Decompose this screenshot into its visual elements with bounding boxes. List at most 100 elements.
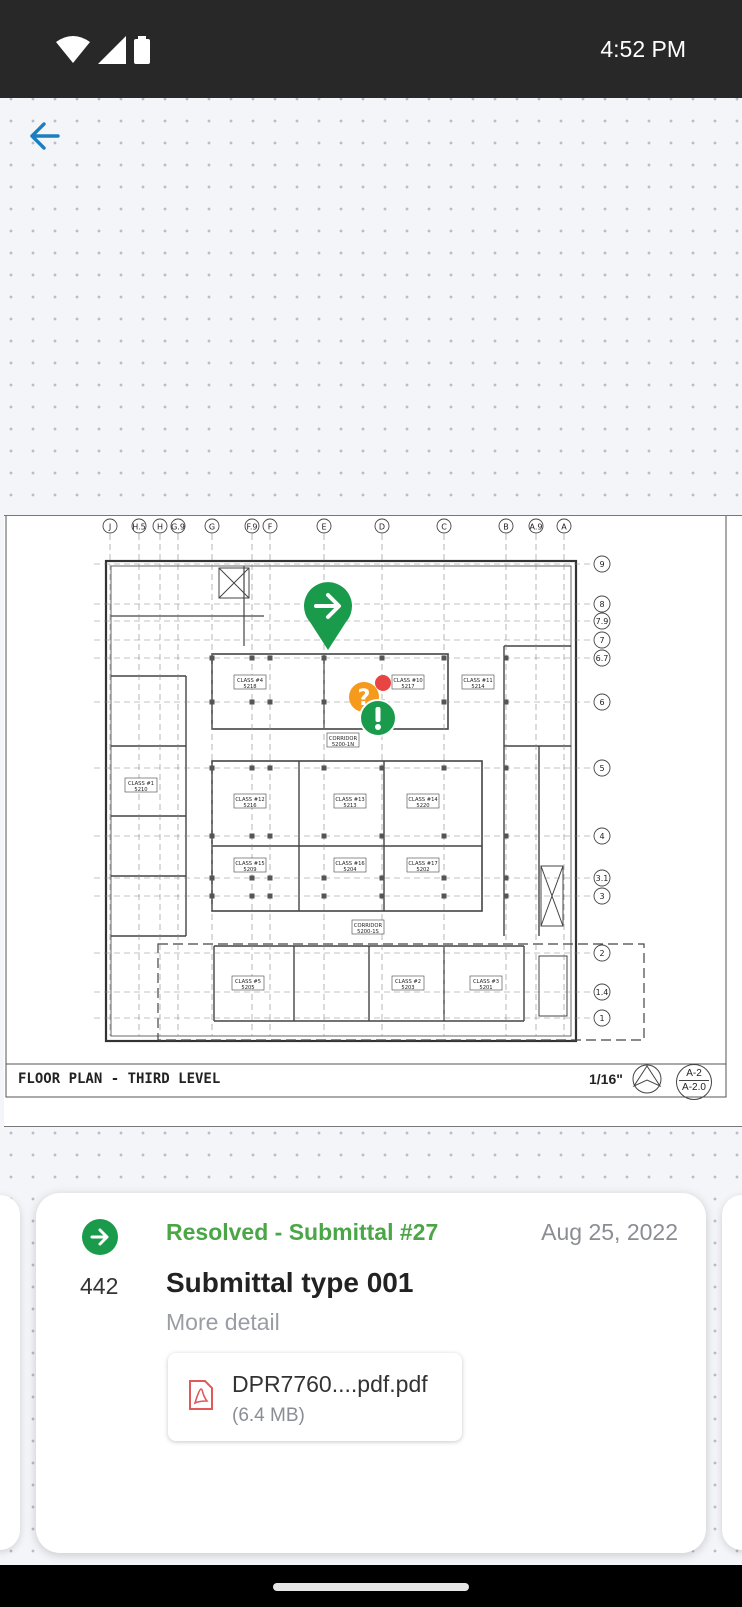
sheet-number-bottom: A-2.0 — [682, 1082, 706, 1093]
room-number: 5217 — [401, 684, 414, 690]
grid-bubble-label: A.9 — [530, 523, 543, 532]
structural-column — [249, 875, 255, 881]
status-time: 4:52 PM — [600, 36, 686, 62]
structural-column — [503, 699, 509, 705]
structural-column — [441, 875, 447, 881]
grid-bubble-label: 9 — [599, 560, 604, 569]
status-bar: 4:52 PM — [0, 0, 742, 98]
structural-column — [209, 875, 215, 881]
grid-bubble-label: F.9 — [247, 523, 258, 532]
room-number: 5203 — [401, 985, 414, 991]
sheet-number-badge: A-2 A-2.0 — [676, 1064, 712, 1100]
structural-column — [441, 655, 447, 661]
arrow-left-icon — [30, 122, 60, 150]
previous-card[interactable] — [0, 1195, 20, 1550]
grid-bubble-label: 6 — [599, 698, 604, 707]
attachment-file-size: (6.4 MB) — [232, 1405, 305, 1426]
structural-column — [379, 893, 385, 899]
structural-column — [503, 655, 509, 661]
back-button[interactable] — [26, 118, 62, 154]
structural-column — [209, 893, 215, 899]
room-number: 5213 — [343, 803, 356, 809]
grid-bubble-label: 7 — [599, 636, 604, 645]
signal-icon — [98, 36, 126, 64]
room-number: 5202 — [416, 867, 429, 873]
grid-bubble-label: F — [268, 523, 273, 532]
grid-bubble-label: E — [321, 523, 326, 532]
structural-column — [267, 833, 273, 839]
grid-bubble-label: G — [209, 523, 215, 532]
structural-column — [249, 765, 255, 771]
structural-column — [503, 765, 509, 771]
grid-bubble-label: H.5 — [132, 523, 146, 532]
structural-column — [321, 765, 327, 771]
grid-bubble-label: 3.1 — [596, 874, 609, 883]
structural-column — [321, 833, 327, 839]
structural-column — [441, 833, 447, 839]
grid-bubble-label: J — [108, 523, 111, 532]
drawing-scale: 1/16" — [589, 1071, 623, 1087]
grid-bubble-label: A — [561, 523, 567, 532]
room-number: 5205 — [241, 985, 254, 991]
grid-bubble-label: 6.7 — [596, 654, 609, 663]
floor-plan-canvas: J H.5 H G.9 G F.9 F E D C B A.9 A 9 8 7.9 7 6.7 6 5 4 3.1 3 2 1.… — [5, 516, 727, 1098]
room-number: 5200-1N — [332, 742, 354, 748]
submittal-number: 442 — [80, 1273, 119, 1299]
room-number: 5220 — [416, 803, 429, 809]
drawing-title: FLOOR PLAN - THIRD LEVEL — [18, 1071, 221, 1087]
room-number: 5204 — [343, 867, 357, 873]
grid-bubble-label: G.9 — [171, 523, 185, 532]
battery-icon — [134, 36, 150, 64]
structural-column — [209, 765, 215, 771]
submittal-card[interactable]: 442 Resolved - Submittal #27 Aug 25, 202… — [36, 1193, 706, 1553]
structural-column — [321, 875, 327, 881]
submittal-detail: More detail — [166, 1309, 280, 1335]
room-number: 5201 — [479, 985, 492, 991]
wifi-icon — [56, 36, 90, 63]
attachment-file-name: DPR7760....pdf.pdf — [232, 1371, 428, 1397]
structural-column — [249, 893, 255, 899]
status-title: Resolved - Submittal #27 — [166, 1219, 439, 1245]
floor-plan-drawing[interactable]: J H.5 H G.9 G F.9 F E D C B A.9 A 9 8 7.9 7 6.7 6 5 4 3.1 3 2 1.… — [4, 515, 742, 1127]
grid-bubble-label: 5 — [599, 764, 604, 773]
status-icons — [56, 34, 150, 66]
structural-column — [321, 699, 327, 705]
structural-column — [321, 893, 327, 899]
structural-column — [321, 655, 327, 661]
structural-column — [267, 875, 273, 881]
grid-bubble-label: D — [379, 523, 385, 532]
structural-column — [441, 699, 447, 705]
grid-bubble-label: C — [441, 523, 447, 532]
submittal-title: Submittal type 001 — [166, 1267, 414, 1298]
pdf-file-icon — [189, 1380, 213, 1410]
grid-bubble-label: 1.4 — [596, 988, 609, 997]
north-arrow-icon — [632, 1064, 662, 1094]
submittal-date: Aug 25, 2022 — [541, 1219, 678, 1245]
structural-column — [267, 699, 273, 705]
grid-bubble-label: 3 — [599, 892, 604, 901]
grid-bubble-label: 1 — [599, 1014, 604, 1023]
structural-column — [267, 655, 273, 661]
grid-bubble-label: 4 — [599, 832, 604, 841]
red-dot-icon — [375, 675, 391, 691]
arrow-right-pin-icon — [304, 582, 352, 650]
structural-column — [503, 833, 509, 839]
structural-column — [503, 875, 509, 881]
pdf-attachment[interactable]: DPR7760....pdf.pdf (6.4 MB) — [168, 1353, 462, 1441]
room-number: 5214 — [471, 684, 485, 690]
structural-column — [267, 893, 273, 899]
structural-column — [209, 655, 215, 661]
structural-column — [249, 655, 255, 661]
arrow-right-circle-icon — [82, 1219, 118, 1255]
structural-column — [379, 655, 385, 661]
structural-column — [249, 833, 255, 839]
structural-column — [441, 765, 447, 771]
grid-bubble-label: 7.9 — [596, 617, 609, 626]
structural-column — [267, 765, 273, 771]
room-number: 5209 — [243, 867, 256, 873]
room-number: 5210 — [134, 787, 147, 793]
structural-column — [441, 893, 447, 899]
home-gesture-bar[interactable] — [273, 1583, 469, 1591]
next-card[interactable] — [722, 1195, 742, 1550]
structural-column — [249, 699, 255, 705]
